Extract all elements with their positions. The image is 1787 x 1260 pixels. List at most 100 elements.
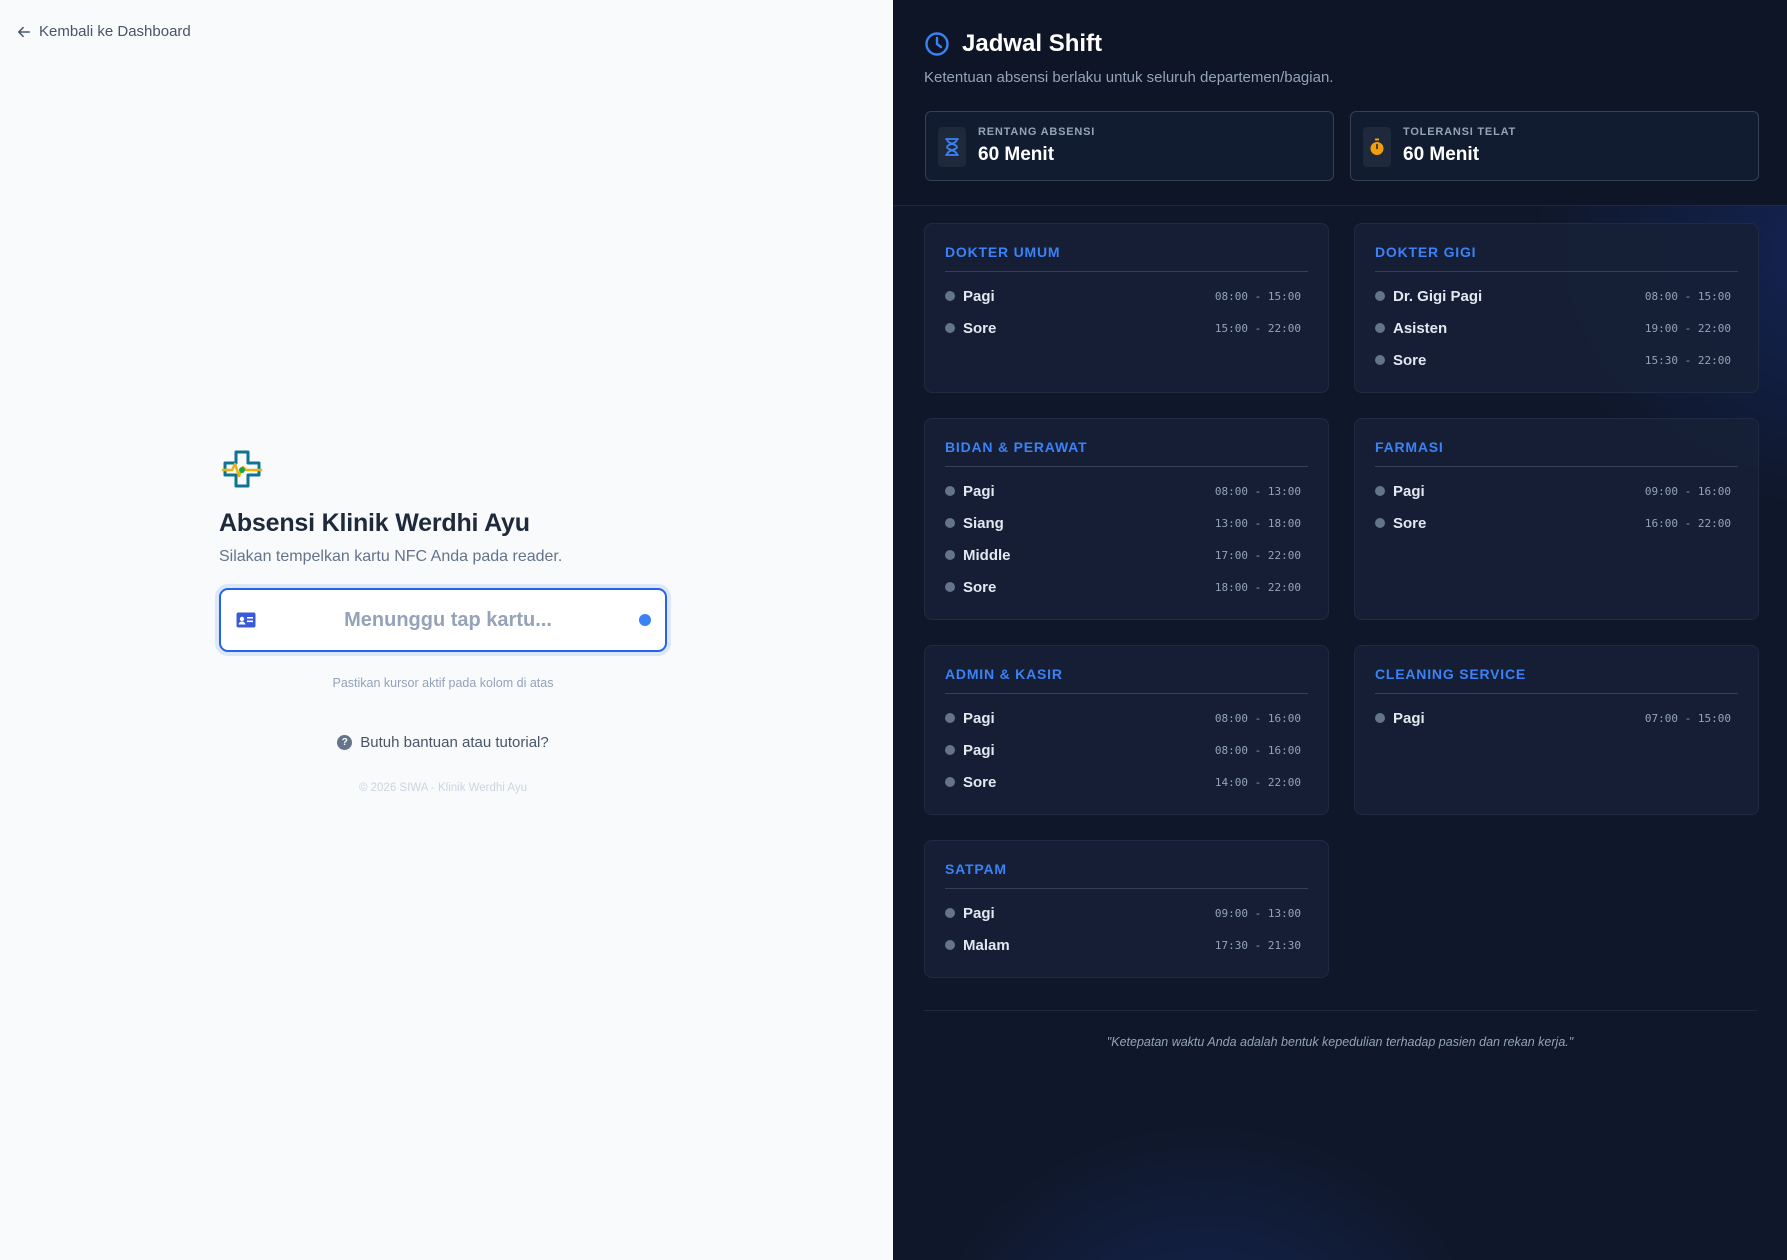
shift-row: Siang 13:00 - 18:00	[945, 513, 1301, 533]
login-panel: Kembali ke Dashboard Absensi Klinik Werd…	[0, 0, 893, 1260]
shift-row: Middle 17:00 - 22:00	[945, 545, 1301, 565]
bullet-icon	[1375, 486, 1385, 496]
bullet-icon	[1375, 291, 1385, 301]
shift-row: Pagi 09:00 - 13:00	[945, 903, 1301, 923]
page-subtitle: Silakan tempelkan kartu NFC Anda pada re…	[219, 548, 563, 565]
nfc-card-input[interactable]	[261, 590, 635, 650]
bullet-icon	[945, 291, 955, 301]
bullet-icon	[1375, 323, 1385, 333]
shift-time: 08:00 - 16:00	[1214, 743, 1301, 757]
department-title: DOKTER UMUM	[945, 244, 1308, 272]
shift-name: Asisten	[1393, 319, 1448, 337]
shift-time: 08:00 - 13:00	[1214, 484, 1301, 498]
shift-row: Pagi 08:00 - 16:00	[945, 740, 1301, 760]
shift-row: Pagi 08:00 - 16:00	[945, 708, 1301, 728]
shift-name: Pagi	[963, 741, 995, 759]
back-to-dashboard-link[interactable]: Kembali ke Dashboard	[17, 23, 191, 40]
back-link-label: Kembali ke Dashboard	[39, 23, 191, 40]
shift-name: Dr. Gigi Pagi	[1393, 287, 1483, 305]
stat-label: RENTANG ABSENSI	[978, 126, 1096, 138]
input-hint: Pastikan kursor aktif pada kolom di atas	[332, 676, 554, 690]
shift-row: Sore 15:00 - 22:00	[945, 318, 1301, 338]
shift-time: 18:00 - 22:00	[1214, 580, 1301, 594]
shift-time: 17:30 - 21:30	[1214, 938, 1301, 952]
department-card: SATPAM Pagi 09:00 - 13:00 Malam 17:30 - 21:3…	[924, 840, 1329, 978]
shift-time: 08:00 - 16:00	[1214, 711, 1301, 725]
bullet-icon	[945, 908, 955, 918]
shift-name: Middle	[963, 546, 1011, 564]
login-box: Absensi Klinik Werdhi Ayu Silakan tempel…	[219, 446, 667, 794]
shift-name: Siang	[963, 514, 1004, 532]
shift-name: Pagi	[963, 287, 995, 305]
stat-card-toleransi: TOLERANSI TELAT 60 Menit	[1350, 111, 1759, 181]
department-card: ADMIN & KASIR Pagi 08:00 - 16:00 Pagi 08:00 …	[924, 645, 1329, 815]
shift-name: Malam	[963, 936, 1010, 954]
shift-time: 16:00 - 22:00	[1644, 516, 1731, 530]
help-label: Butuh bantuan atau tutorial?	[360, 734, 549, 751]
bullet-icon	[945, 940, 955, 950]
schedule-header: Jadwal Shift Ketentuan absensi berlaku u…	[893, 0, 1787, 206]
schedule-panel: Jadwal Shift Ketentuan absensi berlaku u…	[893, 0, 1787, 1260]
shift-name: Sore	[963, 319, 997, 337]
motivation-quote: "Ketepatan waktu Anda adalah bentuk kepe…	[1106, 1035, 1574, 1049]
id-card-icon	[236, 612, 256, 628]
clock-icon	[925, 32, 949, 56]
shift-row: Sore 14:00 - 22:00	[945, 772, 1301, 792]
shift-name: Sore	[963, 773, 997, 791]
schedule-title-text: Jadwal Shift	[962, 30, 1103, 57]
department-title: BIDAN & PERAWAT	[945, 439, 1308, 467]
department-title: CLEANING SERVICE	[1375, 666, 1738, 694]
schedule-subtitle: Ketentuan absensi berlaku untuk seluruh …	[924, 69, 1334, 86]
page-title: Absensi Klinik Werdhi Ayu	[219, 509, 530, 537]
bullet-icon	[1375, 355, 1385, 365]
arrow-left-icon	[17, 26, 31, 37]
shift-name: Pagi	[1393, 482, 1425, 500]
shift-name: Pagi	[963, 482, 995, 500]
divider	[924, 1010, 1757, 1011]
shift-row: Pagi 08:00 - 13:00	[945, 481, 1301, 501]
bullet-icon	[1375, 518, 1385, 528]
bullet-icon	[945, 486, 955, 496]
shift-name: Sore	[963, 578, 997, 596]
department-card: DOKTER UMUM Pagi 08:00 - 15:00 Sore 15:00 - …	[924, 223, 1329, 393]
department-card: BIDAN & PERAWAT Pagi 08:00 - 13:00 Siang 13:…	[924, 418, 1329, 620]
shift-time: 13:00 - 18:00	[1214, 516, 1301, 530]
department-title: DOKTER GIGI	[1375, 244, 1738, 272]
stat-value: 60 Menit	[978, 144, 1055, 165]
shift-time: 19:00 - 22:00	[1644, 321, 1731, 335]
bullet-icon	[945, 582, 955, 592]
shift-row: Sore 18:00 - 22:00	[945, 577, 1301, 597]
shift-row: Dr. Gigi Pagi 08:00 - 15:00	[1375, 286, 1731, 306]
shift-time: 09:00 - 16:00	[1644, 484, 1731, 498]
department-card: FARMASI Pagi 09:00 - 16:00 Sore 16:00 - 22:0…	[1354, 418, 1759, 620]
shift-time: 09:00 - 13:00	[1214, 906, 1301, 920]
hourglass-icon	[945, 138, 959, 156]
shift-row: Pagi 08:00 - 15:00	[945, 286, 1301, 306]
shift-row: Pagi 07:00 - 15:00	[1375, 708, 1731, 728]
shift-name: Pagi	[1393, 709, 1425, 727]
department-title: ADMIN & KASIR	[945, 666, 1308, 694]
question-icon: ?	[337, 735, 353, 750]
nfc-input-box	[219, 588, 667, 652]
shift-name: Sore	[1393, 351, 1427, 369]
shift-name: Pagi	[963, 709, 995, 727]
bullet-icon	[945, 550, 955, 560]
shift-time: 14:00 - 22:00	[1214, 775, 1301, 789]
bullet-icon	[1375, 713, 1385, 723]
shift-time: 07:00 - 15:00	[1644, 711, 1731, 725]
shift-name: Pagi	[963, 904, 995, 922]
department-title: SATPAM	[945, 861, 1308, 889]
stat-label: TOLERANSI TELAT	[1403, 126, 1517, 138]
help-link[interactable]: ? Butuh bantuan atau tutorial?	[219, 734, 667, 751]
nfc-status-dot	[639, 614, 651, 626]
shift-row: Pagi 09:00 - 16:00	[1375, 481, 1731, 501]
stat-value: 60 Menit	[1403, 144, 1480, 165]
schedule-title: Jadwal Shift	[924, 30, 1102, 58]
shift-name: Sore	[1393, 514, 1427, 532]
stat-card-rentang: RENTANG ABSENSI 60 Menit	[925, 111, 1334, 181]
department-card: CLEANING SERVICE Pagi 07:00 - 15:00	[1354, 645, 1759, 815]
bullet-icon	[945, 777, 955, 787]
shift-time: 15:30 - 22:00	[1644, 353, 1731, 367]
shift-time: 15:00 - 22:00	[1214, 321, 1301, 335]
copyright: © 2026 SIWA - Klinik Werdhi Ayu	[358, 782, 528, 794]
